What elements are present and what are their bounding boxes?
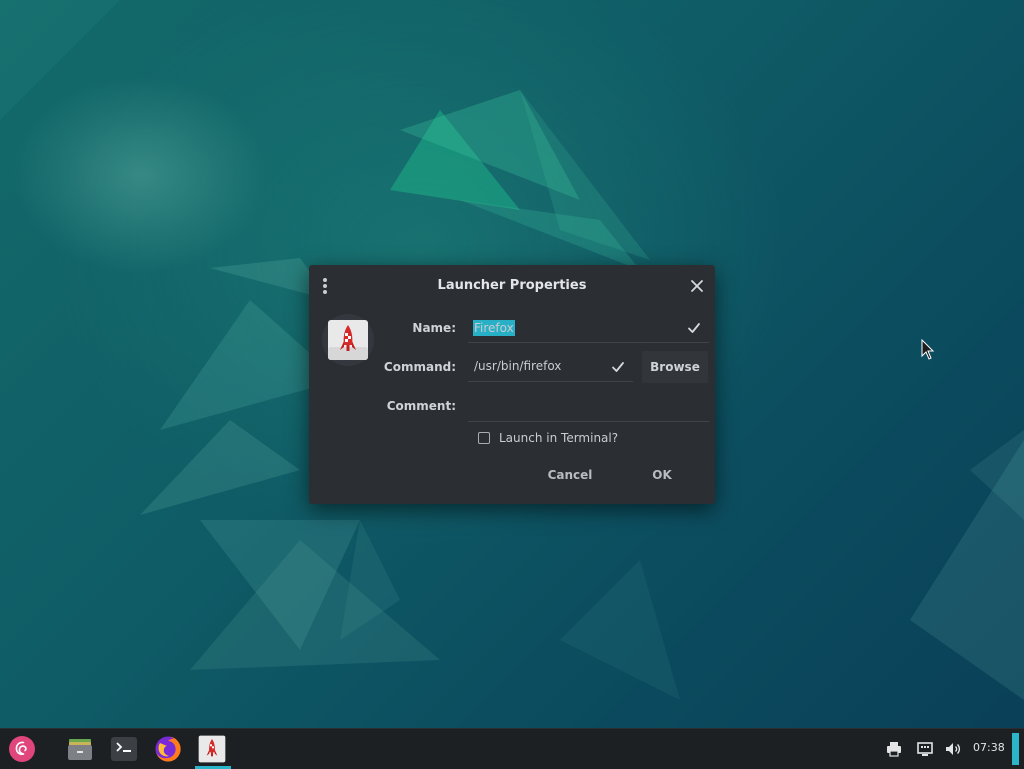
dialog-titlebar[interactable]: Launcher Properties	[309, 265, 715, 307]
launcher-rocket-icon	[198, 735, 226, 763]
comment-label: Comment:	[386, 399, 456, 413]
name-label: Name:	[412, 321, 456, 335]
dialog-title: Launcher Properties	[437, 278, 587, 293]
close-icon[interactable]	[687, 276, 707, 296]
cancel-button[interactable]: Cancel	[535, 461, 605, 489]
firefox-icon	[155, 736, 181, 762]
command-field[interactable]: /usr/bin/firefox	[468, 352, 633, 382]
printer-icon[interactable]	[885, 740, 903, 758]
taskbar-firefox[interactable]	[150, 729, 186, 769]
name-field[interactable]: Firefox	[468, 313, 709, 343]
command-label: Command:	[383, 360, 456, 374]
browse-button[interactable]: Browse	[642, 351, 708, 383]
name-input-value[interactable]: Firefox	[473, 320, 515, 336]
rocket-icon	[328, 320, 368, 360]
taskbar-clock[interactable]: 07:38	[973, 741, 1005, 754]
ok-button[interactable]: OK	[627, 461, 697, 489]
launch-in-terminal-checkbox[interactable]	[478, 432, 490, 444]
show-desktop-button[interactable]	[1012, 733, 1019, 765]
network-icon[interactable]	[916, 740, 934, 758]
file-manager-icon	[68, 739, 92, 760]
app-menu-button[interactable]	[4, 729, 40, 769]
volume-icon[interactable]	[944, 740, 962, 758]
launch-in-terminal-label: Launch in Terminal?	[499, 431, 619, 445]
taskbar-file-manager[interactable]	[62, 729, 98, 769]
terminal-icon	[111, 737, 137, 761]
comment-field[interactable]	[468, 392, 709, 422]
check-icon[interactable]	[687, 321, 701, 335]
taskbar-terminal[interactable]	[106, 729, 142, 769]
check-icon[interactable]	[611, 360, 625, 374]
taskbar: 07:38	[0, 728, 1024, 769]
command-input-value[interactable]: /usr/bin/firefox	[474, 359, 561, 373]
debian-menu-icon	[9, 736, 35, 762]
mouse-cursor-icon	[921, 339, 935, 360]
launcher-properties-dialog: Launcher Properties Name: Firefox Comman…	[309, 265, 715, 504]
taskbar-launcher-properties[interactable]	[194, 729, 230, 769]
